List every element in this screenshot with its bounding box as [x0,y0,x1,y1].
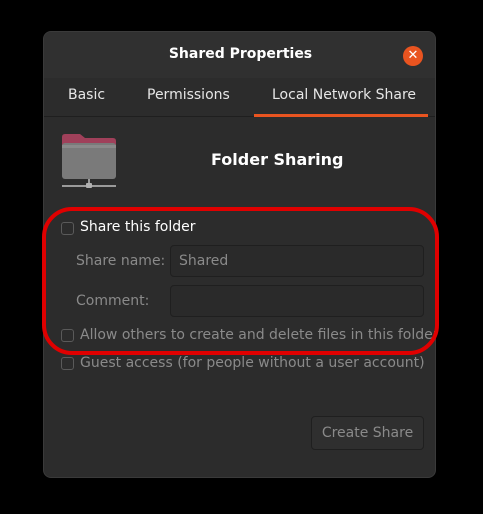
window-title: Shared Properties [168,46,313,62]
create-share-button[interactable]: Create Share [311,416,424,450]
active-tab-indicator [254,114,428,117]
allow-others-label[interactable]: Allow others to create and delete files … [80,327,435,343]
tab-permissions[interactable]: Permissions [147,87,230,103]
shared-properties-dialog: Shared Properties ✕ Basic Permissions Lo… [43,31,436,478]
share-name-input[interactable]: Shared [170,245,424,277]
comment-input[interactable] [170,285,424,317]
comment-label: Comment: [76,293,150,309]
guest-access-label[interactable]: Guest access (for people without a user … [80,355,425,371]
share-this-folder-checkbox[interactable] [61,222,74,235]
folder-network-icon [62,134,116,188]
close-button[interactable]: ✕ [403,46,423,66]
tab-local-network-share[interactable]: Local Network Share [272,87,416,103]
guest-access-checkbox[interactable] [61,357,74,370]
allow-others-checkbox[interactable] [61,329,74,342]
tab-bar: Basic Permissions Local Network Share [44,78,435,117]
tab-basic[interactable]: Basic [68,87,105,103]
title-bar: Shared Properties ✕ [44,32,435,78]
share-this-folder-label[interactable]: Share this folder [80,219,196,235]
close-icon: ✕ [407,48,419,63]
share-name-label: Share name: [76,253,166,269]
folder-sharing-heading: Folder Sharing [211,150,344,169]
